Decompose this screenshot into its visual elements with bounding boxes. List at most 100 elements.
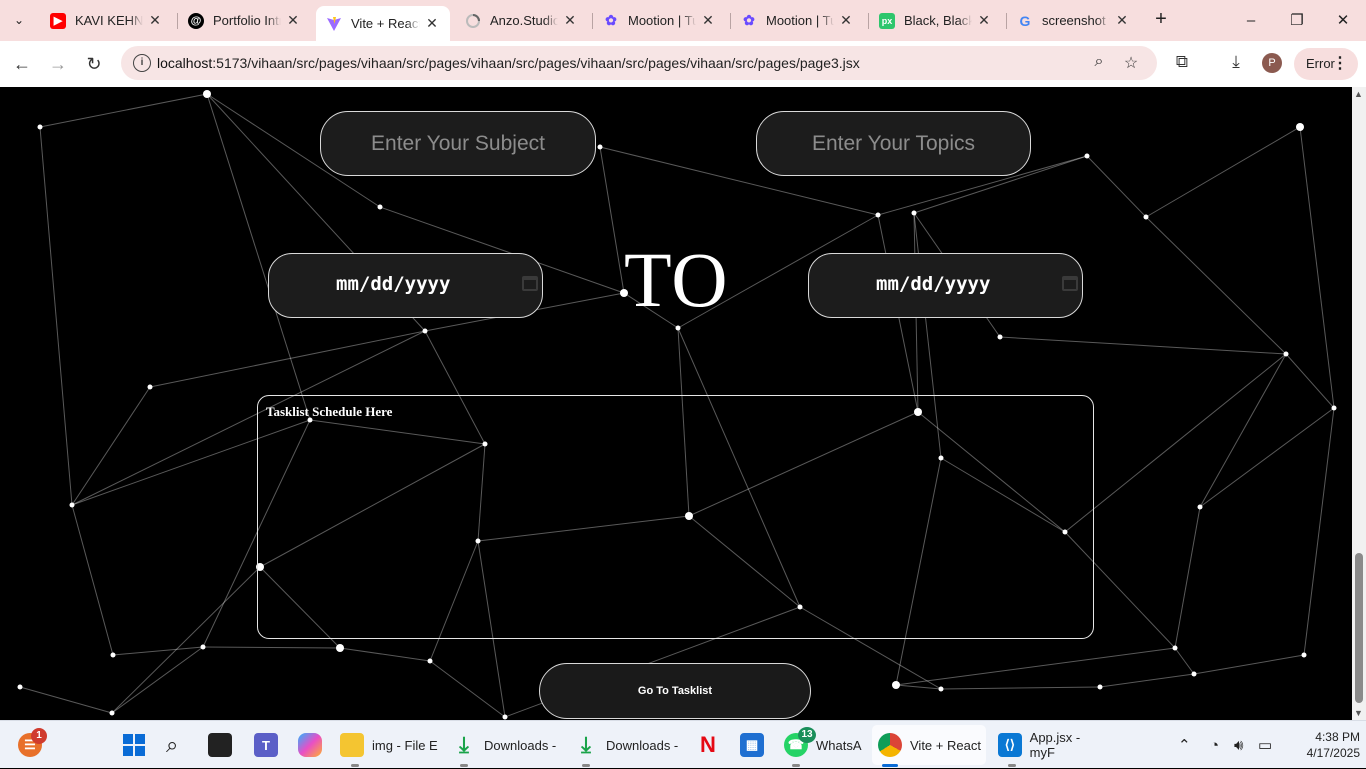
zoom-icon[interactable]: ⌕ (1089, 53, 1109, 73)
close-icon[interactable]: ✕ (562, 12, 578, 29)
start-date-input[interactable]: mm/dd/yyyy (268, 253, 543, 318)
forward-button[interactable]: → (45, 51, 71, 77)
close-icon[interactable]: ✕ (147, 12, 163, 29)
menu-dots-icon: ⋮ (1332, 55, 1348, 72)
network-line (111, 646, 204, 714)
address-bar[interactable]: i localhost:5173/vihaan/src/pages/vihaan… (121, 46, 1157, 80)
taskbar-whatsapp[interactable]: ☎ WhatsA (784, 725, 868, 765)
avatar[interactable]: P (1262, 53, 1282, 73)
page-scrollbar[interactable]: ▲ ▼ (1352, 87, 1366, 720)
extensions-icon[interactable]: ⧉ (1170, 52, 1194, 76)
wifi-icon[interactable]: ◔ (1210, 721, 1219, 769)
close-icon[interactable]: ✕ (838, 12, 854, 29)
download-icon[interactable]: ⤓ (1224, 52, 1248, 76)
google-icon: G (1019, 12, 1031, 29)
store-button[interactable]: ▦ (740, 725, 772, 765)
network-line (71, 386, 151, 506)
close-icon[interactable]: ✕ (976, 12, 992, 29)
network-line (940, 686, 1101, 690)
youtube-icon: ▶ (50, 12, 66, 29)
taskbar-chrome[interactable]: Vite + React (872, 725, 986, 765)
running-indicator (792, 764, 800, 767)
network-node (1191, 671, 1197, 677)
reload-button[interactable]: ↻ (81, 51, 107, 77)
scroll-down-arrow-icon[interactable]: ▼ (1354, 708, 1363, 718)
network-node (875, 212, 881, 218)
network-node (147, 384, 153, 390)
battery-icon[interactable]: ▭ (1258, 721, 1272, 769)
network-line (999, 336, 1287, 355)
task-view-icon (208, 733, 232, 757)
running-indicator (1008, 764, 1016, 767)
tab-anzo[interactable]: Anzo.Studio ✕ (455, 6, 588, 35)
close-window-button[interactable]: ✕ (1320, 6, 1366, 34)
show-hidden-icons-button[interactable]: ⌃ (1178, 721, 1191, 769)
network-line (71, 504, 114, 656)
topics-input[interactable]: Enter Your Topics (756, 111, 1031, 176)
network-line (1303, 407, 1335, 656)
close-icon[interactable]: ✕ (1114, 12, 1130, 29)
close-icon[interactable]: ✕ (700, 12, 716, 29)
chevron-up-icon: ⌃ (1178, 737, 1191, 754)
calendar-icon[interactable] (522, 276, 538, 291)
network-node (1097, 684, 1103, 690)
tab-portfolio[interactable]: @ Portfolio Intr ✕ (178, 6, 311, 35)
tab-mootion-1[interactable]: ✿ Mootion | Tu ✕ (593, 6, 726, 35)
taskbar-downloads-2[interactable]: ⤓ Downloads - (574, 725, 684, 765)
tab-vite-react[interactable]: Vite + React ✕ (316, 6, 450, 41)
network-line (39, 126, 73, 506)
tab-search-button[interactable]: ⌄ (8, 9, 30, 31)
close-icon[interactable]: ✕ (424, 15, 440, 32)
vscode-icon: ⟨⟩ (998, 733, 1022, 757)
network-node (37, 124, 43, 130)
scroll-up-arrow-icon[interactable]: ▲ (1354, 89, 1363, 99)
minimize-button[interactable]: – (1228, 6, 1274, 34)
network-node (938, 686, 944, 692)
running-indicator (460, 764, 468, 767)
taskbar-vscode[interactable]: ⟨⟩ App.jsx - myF (998, 725, 1108, 765)
network-line (1285, 353, 1335, 409)
browser-toolbar: ← → ↻ i localhost:5173/vihaan/src/pages/… (0, 41, 1366, 87)
tab-google-search[interactable]: G screenshot w ✕ (1007, 6, 1140, 35)
close-icon[interactable]: ✕ (285, 12, 301, 29)
bookmark-star-icon[interactable]: ☆ (1121, 53, 1141, 73)
start-button[interactable] (122, 725, 146, 765)
copilot-button[interactable] (298, 725, 330, 765)
search-button[interactable]: ⌕ (166, 725, 178, 765)
tab-mootion-2[interactable]: ✿ Mootion | Tu ✕ (731, 6, 864, 35)
volume-icon[interactable]: 🔊︎ (1234, 721, 1243, 769)
subject-input[interactable]: Enter Your Subject (320, 111, 596, 176)
go-to-tasklist-button[interactable]: Go To Tasklist (539, 663, 811, 719)
taskbar-file-explorer[interactable]: img - File E (340, 725, 440, 765)
maximize-button[interactable]: ❐ (1274, 6, 1320, 34)
netflix-button[interactable]: N (696, 725, 728, 765)
error-menu-button[interactable]: Error ⋮ (1294, 48, 1358, 80)
network-node (997, 334, 1003, 340)
tab-pixabay[interactable]: px Black, Black ✕ (869, 6, 1002, 35)
network-node (1084, 153, 1090, 159)
network-line (429, 660, 506, 718)
calendar-icon[interactable] (1062, 276, 1078, 291)
network-line (149, 330, 426, 388)
new-tab-button[interactable]: + (1150, 9, 1172, 31)
network-line (1193, 654, 1305, 675)
network-node (200, 644, 206, 650)
network-node (911, 210, 917, 216)
mootion-icon: ✿ (605, 12, 617, 28)
back-button[interactable]: ← (9, 51, 35, 77)
site-info-icon[interactable]: i (133, 54, 151, 72)
to-label: TO (624, 236, 729, 323)
teams-button[interactable]: T (254, 725, 286, 765)
system-clock[interactable]: 4:38 PM 4/17/2025 (1290, 729, 1360, 761)
tasklist-textarea[interactable]: Tasklist Schedule Here (257, 395, 1094, 639)
network-node (502, 714, 508, 720)
notification-badge: 1 (31, 728, 47, 744)
network-node (1283, 351, 1289, 357)
network-line (339, 647, 431, 662)
tab-youtube[interactable]: ▶ KAVI KEHNA ✕ (40, 6, 173, 35)
taskbar-downloads-1[interactable]: ⤓ Downloads - (452, 725, 562, 765)
network-node (892, 681, 900, 689)
scrollbar-thumb[interactable] (1355, 553, 1363, 703)
task-view-button[interactable] (208, 725, 240, 765)
end-date-input[interactable]: mm/dd/yyyy (808, 253, 1083, 318)
